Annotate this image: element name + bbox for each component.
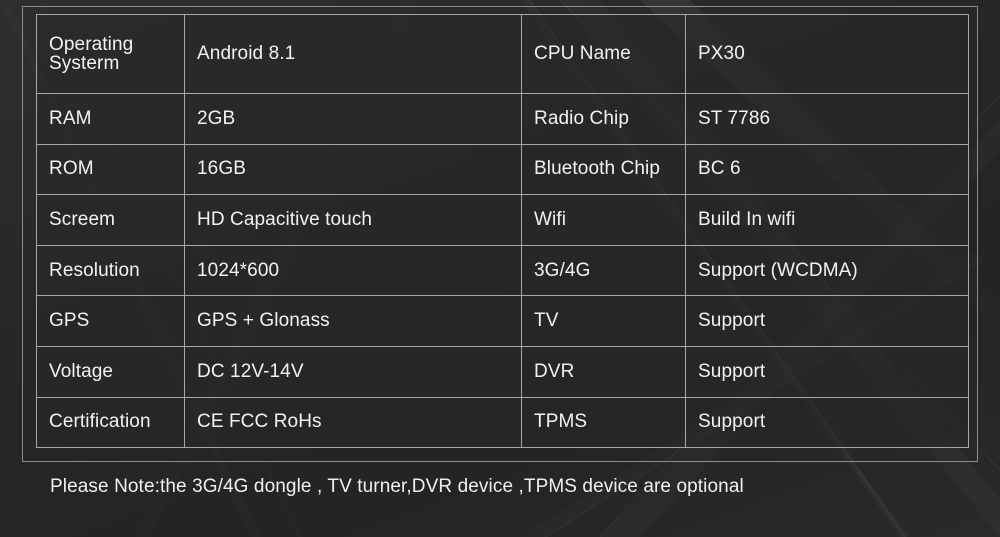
spec-label-3g-4g: 3G/4G (521, 244, 686, 297)
spec-value-3g-4g: Support (WCDMA) (685, 244, 969, 297)
header-label-line-1: Operating (49, 33, 134, 55)
spec-value-screen: HD Capacitive touch (184, 194, 522, 246)
spec-value-tpms: Support (685, 396, 969, 449)
header-value-cpu-model: PX30 (685, 14, 969, 94)
spec-value-certification: CE FCC RoHs (184, 396, 522, 449)
spec-label-resolution: Resolution (36, 244, 185, 297)
table-row: GPS GPS + Glonass TV Support (36, 295, 969, 347)
header-value-android-version: Android 8.1 (184, 14, 522, 94)
spec-label-gps: GPS (36, 295, 185, 347)
spec-value-wifi: Build In wifi (685, 194, 969, 246)
spec-value-dvr: Support (685, 345, 969, 398)
header-label-operating-system: Operating Systerm (36, 14, 185, 94)
table-row: RAM 2GB Radio Chip ST 7786 (36, 93, 969, 145)
spec-value-voltage: DC 12V-14V (184, 345, 522, 398)
spec-value-gps: GPS + Glonass (184, 295, 522, 347)
spec-value-radio-chip: ST 7786 (685, 93, 969, 145)
spec-label-wifi: Wifi (521, 194, 686, 246)
spec-label-voltage: Voltage (36, 345, 185, 398)
spec-label-radio-chip: Radio Chip (521, 93, 686, 145)
table-row: ROM 16GB Bluetooth Chip BC 6 (36, 143, 969, 196)
spec-value-resolution: 1024*600 (184, 244, 522, 297)
spec-label-bluetooth-chip: Bluetooth Chip (521, 143, 686, 196)
spec-label-rom: ROM (36, 143, 185, 196)
spec-value-ram: 2GB (184, 93, 522, 145)
table-row: Certification CE FCC RoHs TPMS Support (36, 396, 969, 449)
footer-note: Please Note:the 3G/4G dongle , TV turner… (50, 476, 744, 497)
table-header-row: Operating Systerm Android 8.1 CPU Name P… (36, 14, 969, 94)
spec-label-screen: Screem (36, 194, 185, 246)
spec-label-ram: RAM (36, 93, 185, 145)
spec-value-bluetooth-chip: BC 6 (685, 143, 969, 196)
header-label-cpu-name: CPU Name (521, 14, 686, 94)
spec-label-certification: Certification (36, 396, 185, 449)
spec-label-dvr: DVR (521, 345, 686, 398)
spec-value-rom: 16GB (184, 143, 522, 196)
table-row: Screem HD Capacitive touch Wifi Build In… (36, 194, 969, 246)
table-row: Resolution 1024*600 3G/4G Support (WCDMA… (36, 244, 969, 297)
header-label-line-2: Systerm (49, 53, 120, 74)
spec-label-tv: TV (521, 295, 686, 347)
spec-value-tv: Support (685, 295, 969, 347)
table-row: Voltage DC 12V-14V DVR Support (36, 345, 969, 398)
spec-label-tpms: TPMS (521, 396, 686, 449)
specification-table: Operating Systerm Android 8.1 CPU Name P… (36, 14, 969, 449)
